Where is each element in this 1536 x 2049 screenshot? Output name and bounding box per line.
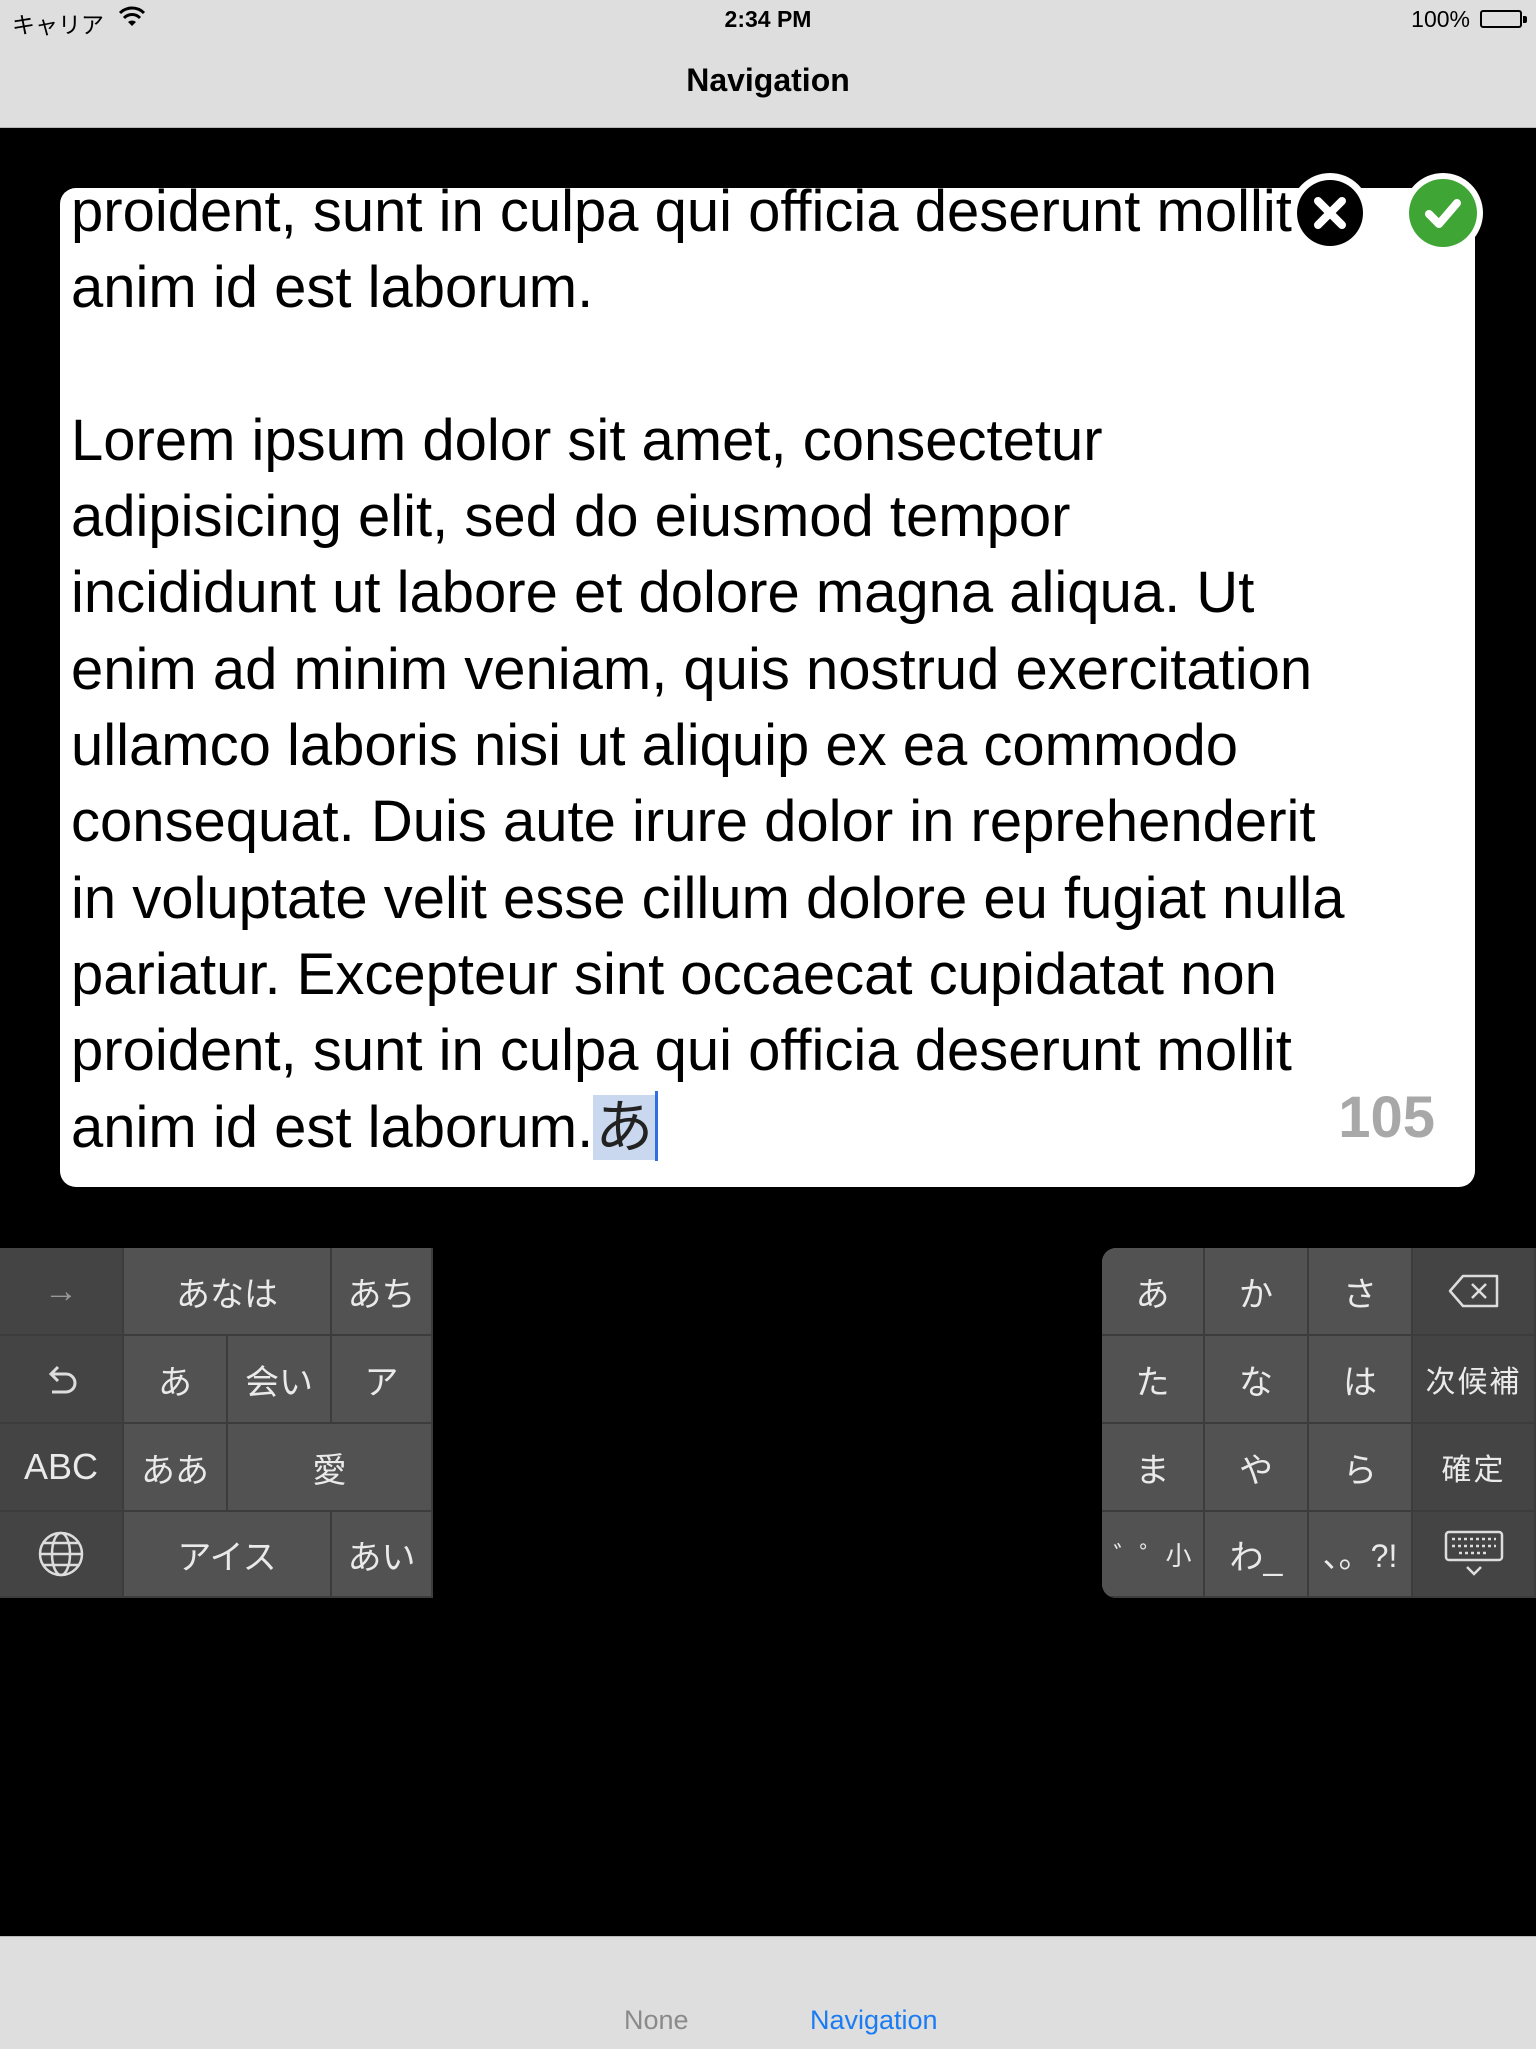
candidate-key[interactable]: ああ xyxy=(124,1424,228,1512)
text-line: proident, sunt in culpa qui officia dese… xyxy=(71,188,1292,244)
key-label: か xyxy=(1239,1275,1273,1314)
key-label: あ xyxy=(1135,1275,1170,1314)
candidate-label: ア xyxy=(364,1363,399,1402)
candidate-label: あなは xyxy=(176,1275,278,1314)
text-line: incididunt ut labore et dolore magna ali… xyxy=(71,560,1255,626)
kana-key-na[interactable]: な xyxy=(1205,1336,1309,1424)
candidate-label: あ xyxy=(158,1363,192,1402)
battery-icon xyxy=(1480,10,1527,28)
forward-arrow-icon: → xyxy=(44,1271,78,1310)
key-label: た xyxy=(1135,1363,1170,1402)
punctuation-key[interactable]: 、。?! xyxy=(1309,1512,1413,1598)
candidate-label: ああ xyxy=(141,1451,209,1490)
key-label: 次候補 xyxy=(1425,1366,1522,1399)
status-time: 2:34 PM xyxy=(724,6,812,32)
key-label: ま xyxy=(1135,1451,1170,1490)
candidate-label: アイス xyxy=(177,1538,277,1577)
candidate-label: あち xyxy=(347,1275,416,1314)
key-label: さ xyxy=(1343,1275,1377,1314)
kana-key-ma[interactable]: ま xyxy=(1102,1424,1205,1512)
globe-key[interactable] xyxy=(0,1512,124,1598)
battery-percent: 100% xyxy=(1411,6,1470,32)
kana-key-ka[interactable]: か xyxy=(1205,1248,1309,1336)
kana-key-ta[interactable]: た xyxy=(1102,1336,1205,1424)
dismiss-keyboard-key[interactable] xyxy=(1413,1512,1536,1598)
close-icon xyxy=(1297,180,1363,246)
key-label: な xyxy=(1239,1363,1273,1402)
navigation-bar: キャリア 2:34 PM 100% Navigation xyxy=(0,0,1536,128)
text-line: pariatur. Excepteur sint occaecat cupida… xyxy=(71,941,1277,1007)
text-line: proident, sunt in culpa qui officia dese… xyxy=(71,1018,1292,1084)
keyboard-dismiss-icon xyxy=(1444,1530,1503,1576)
delete-icon xyxy=(1448,1274,1498,1308)
globe-icon xyxy=(38,1531,84,1577)
candidate-key[interactable]: あい xyxy=(332,1512,433,1598)
kana-key-ra[interactable]: ら xyxy=(1309,1424,1413,1512)
key-label: わ_ xyxy=(1229,1538,1283,1577)
key-label: 確定 xyxy=(1441,1454,1506,1487)
text-line: Lorem ipsum dolor sit amet, consectetur xyxy=(71,407,1103,473)
candidate-key[interactable]: 会い xyxy=(228,1336,332,1424)
composing-text: あ xyxy=(593,1094,656,1160)
candidate-label: あい xyxy=(347,1538,416,1577)
undo-icon xyxy=(48,1365,77,1394)
right-keyboard: あ か さ た な は 次候補 ま や ら 確定 ゛゜小 わ_ 、。?! xyxy=(1102,1248,1536,1598)
text-line: ullamco laboris nisi ut aliquip ex ea co… xyxy=(71,713,1239,779)
checkmark-icon xyxy=(1409,179,1477,247)
key-label: や xyxy=(1239,1451,1273,1490)
key-label: は xyxy=(1343,1363,1377,1402)
abc-key[interactable]: ABC xyxy=(0,1424,124,1512)
candidate-key[interactable]: ア xyxy=(332,1336,433,1424)
text-last-segment: anim id est laborum. xyxy=(71,1094,594,1160)
text-line xyxy=(71,327,1471,403)
text-line: adipisicing elit, sed do eiusmod tempor xyxy=(71,484,1071,550)
candidate-key[interactable]: 愛 xyxy=(228,1424,433,1512)
candidate-key[interactable]: あ xyxy=(124,1336,228,1424)
candidate-label: 会い xyxy=(245,1363,313,1402)
text-line: enim ad minim veniam, quis nostrud exerc… xyxy=(71,636,1313,702)
text-line: in voluptate velit esse cillum dolore eu… xyxy=(71,865,1345,931)
text-caret xyxy=(655,1090,659,1161)
text-line: anim id est laborum. xyxy=(71,255,594,321)
left-keyboard: → あなは あち あ 会い ア ABC ああ 愛 アイス あい xyxy=(0,1248,433,1598)
kana-key-sa[interactable]: さ xyxy=(1309,1248,1413,1336)
text-editor-card: proident, sunt in culpa qui officia dese… xyxy=(60,188,1475,1187)
abc-label: ABC xyxy=(23,1446,99,1487)
kana-key-ha[interactable]: は xyxy=(1309,1336,1413,1424)
forward-arrow-key[interactable]: → xyxy=(0,1248,124,1336)
candidate-label: 愛 xyxy=(312,1451,347,1490)
next-candidate-key[interactable]: 次候補 xyxy=(1413,1336,1536,1424)
status-bar: キャリア 2:34 PM 100% xyxy=(0,0,1536,40)
confirm-button[interactable] xyxy=(1403,173,1483,253)
text-line-last: anim id est laborum.あ xyxy=(71,1090,1471,1166)
candidate-key[interactable]: あなは xyxy=(124,1248,332,1336)
tab-none[interactable]: None xyxy=(624,2005,689,2036)
kana-key-wa[interactable]: わ_ xyxy=(1205,1512,1309,1598)
delete-key[interactable] xyxy=(1413,1248,1536,1336)
kana-key-ya[interactable]: や xyxy=(1205,1424,1309,1512)
key-label: ゛゜小 xyxy=(1113,1540,1192,1571)
text-line: consequat. Duis aute irure dolor in repr… xyxy=(71,789,1316,855)
nav-title: Navigation xyxy=(686,62,850,98)
undo-key[interactable] xyxy=(0,1336,124,1424)
dakuten-key[interactable]: ゛゜小 xyxy=(1102,1512,1205,1598)
key-label: 、。?! xyxy=(1322,1538,1398,1574)
text-view[interactable]: proident, sunt in culpa qui officia dese… xyxy=(71,188,1471,1166)
candidate-key[interactable]: あち xyxy=(332,1248,433,1336)
candidate-key[interactable]: アイス xyxy=(124,1512,332,1598)
tab-navigation[interactable]: Navigation xyxy=(810,2005,938,2036)
tab-bar: None Navigation xyxy=(0,1936,1536,2049)
character-counter: 105 xyxy=(1338,1085,1435,1150)
confirm-key[interactable]: 確定 xyxy=(1413,1424,1536,1512)
cancel-button[interactable] xyxy=(1290,173,1370,253)
key-label: ら xyxy=(1343,1451,1377,1490)
kana-key-a[interactable]: あ xyxy=(1102,1248,1205,1336)
